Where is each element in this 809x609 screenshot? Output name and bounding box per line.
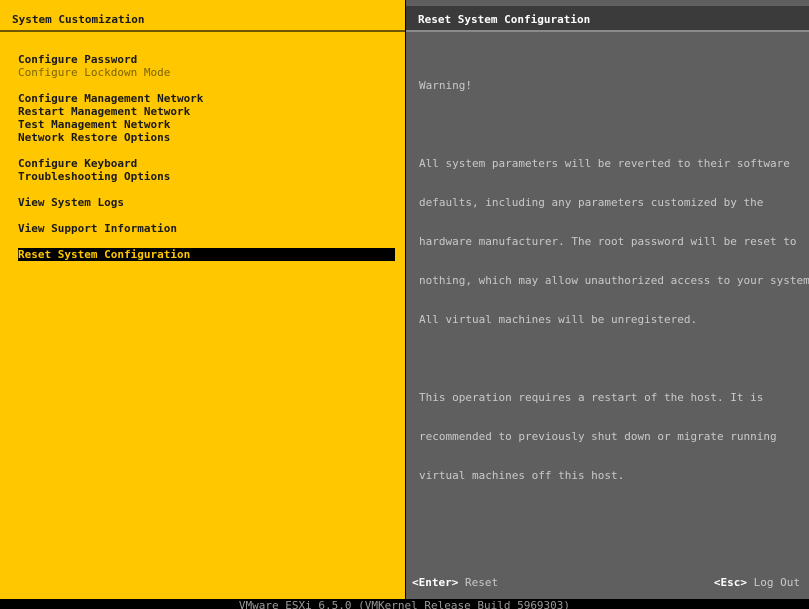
menu-item-view-system-logs[interactable]: View System Logs [18,196,395,209]
menu-item-configure-password[interactable]: Configure Password [18,53,395,66]
system-customization-pane: System Customization Configure Password … [0,0,405,599]
menu-item-configure-lockdown-mode: Configure Lockdown Mode [18,66,171,79]
reset-system-configuration-pane: Reset System Configuration Warning! All … [406,0,809,599]
version-text: VMware ESXi 6.5.0 (VMKernel Release Buil… [238,599,571,609]
menu-item-network-restore-options[interactable]: Network Restore Options [18,131,395,144]
restart-note-line: recommended to previously shut down or m… [419,430,777,443]
status-bar: VMware ESXi 6.5.0 (VMKernel Release Buil… [0,599,809,609]
menu-gap [18,209,395,222]
restart-note-line: This operation requires a restart of the… [419,391,764,404]
warning-line: All system parameters will be reverted t… [419,157,790,170]
esc-logout-hint[interactable]: <Esc> Log Out [714,576,800,589]
esc-action-label: Log Out [753,576,800,589]
right-pane-title: Reset System Configuration [406,6,809,32]
customization-menu: Configure Password Configure Lockdown Mo… [18,53,395,261]
menu-item-restart-management-network[interactable]: Restart Management Network [18,105,395,118]
menu-gap [18,235,395,248]
warning-line: hardware manufacturer. The root password… [419,235,797,248]
left-pane-title: System Customization [0,6,405,32]
menu-item-test-management-network[interactable]: Test Management Network [18,118,395,131]
warning-line: nothing, which may allow unauthorized ac… [419,274,809,287]
reset-details: Warning! All system parameters will be r… [419,53,809,508]
enter-action-label: Reset [464,576,499,589]
menu-item-troubleshooting-options[interactable]: Troubleshooting Options [18,170,395,183]
menu-gap [18,79,395,92]
menu-gap [18,183,395,196]
restart-note-line: virtual machines off this host. [419,469,625,482]
warning-heading: Warning! [419,79,472,92]
menu-item-view-support-information[interactable]: View Support Information [18,222,395,235]
warning-line: All virtual machines will be unregistere… [419,313,698,326]
key-hints: <Enter> Reset <Esc> Log Out [406,576,809,590]
menu-gap [18,144,395,157]
warning-line: defaults, including any parameters custo… [419,196,764,209]
menu-item-reset-system-configuration[interactable]: Reset System Configuration [18,248,395,261]
enter-reset-hint[interactable]: <Enter> Reset [412,576,498,589]
menu-item-configure-keyboard[interactable]: Configure Keyboard [18,157,395,170]
menu-item-configure-management-network[interactable]: Configure Management Network [18,92,395,105]
enter-key-label: <Enter> [412,576,459,589]
esc-key-label: <Esc> [713,576,748,589]
